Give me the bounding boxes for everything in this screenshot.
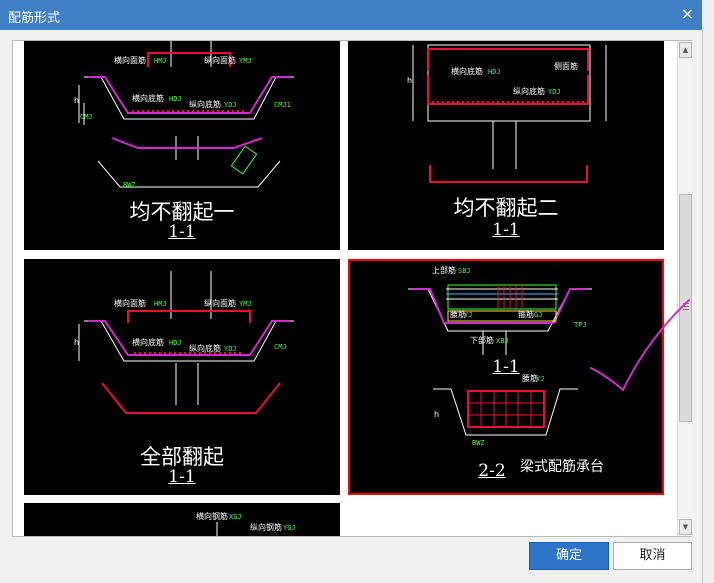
svg-text:XGJ: XGJ: [229, 513, 242, 521]
vertical-scrollbar[interactable]: ▲ ▼: [677, 41, 692, 536]
option-uniform-no-bend-1[interactable]: 横向面筋 HMJ 纵向面筋 YMJ 横向底筋 HDJ 纵向底筋 YDJ CMJ …: [24, 41, 340, 250]
svg-text:HDJ: HDJ: [169, 339, 182, 347]
svg-text:HDJ: HDJ: [169, 95, 182, 103]
label-bottom-rebar: 下部筋: [470, 335, 494, 345]
svg-text:YJ: YJ: [464, 311, 472, 319]
checkmark-annotation: [590, 299, 690, 392]
option-5-drawing: 横向钢筋 XGJ 纵向钢筋 YGJ: [196, 511, 296, 536]
svg-text:BWZ: BWZ: [123, 181, 136, 189]
svg-text:GJ: GJ: [534, 311, 542, 319]
label-horizontal-bottom: 横向底筋: [132, 93, 164, 103]
label-horizontal-rebar: 横向钢筋: [196, 511, 228, 521]
svg-text:横向底筋: 横向底筋: [451, 66, 483, 76]
svg-text:CMJ1: CMJ1: [274, 101, 291, 109]
option-2-section: 1-1: [492, 220, 520, 240]
scroll-down-icon[interactable]: ▼: [679, 519, 692, 535]
ok-button[interactable]: 确定: [529, 542, 609, 570]
svg-text:BWZ: BWZ: [472, 439, 485, 447]
svg-text:h: h: [434, 410, 439, 419]
label-vertical-face: 纵向面筋: [204, 55, 236, 65]
option-partial-next[interactable]: 横向钢筋 XGJ 纵向钢筋 YGJ: [24, 503, 340, 536]
svg-text:纵向面筋: 纵向面筋: [204, 298, 236, 308]
option-3-section: 1-1: [168, 467, 196, 487]
svg-text:纵向底筋: 纵向底筋: [513, 86, 545, 96]
option-fully-bent[interactable]: 横向面筋 HMJ 纵向面筋 YMJ 横向底筋 HDJ 纵向底筋 YDJ CMJ …: [24, 259, 340, 495]
label-vertical-rebar: 纵向钢筋: [250, 522, 282, 532]
svg-text:CMJ: CMJ: [274, 343, 287, 351]
label-stirrup: 箍筋: [518, 309, 534, 319]
svg-text:HDJ: HDJ: [488, 68, 501, 76]
svg-text:YDJ: YDJ: [224, 345, 237, 353]
svg-text:YMJ: YMJ: [239, 57, 252, 65]
window-title: 配筋形式: [8, 11, 61, 26]
scroll-up-icon[interactable]: ▲: [679, 42, 692, 58]
close-icon[interactable]: ×: [681, 5, 694, 23]
label-side-face: 侧面筋: [554, 61, 578, 71]
svg-text:YGJ: YGJ: [283, 524, 296, 532]
option-2-caption: 均不翻起二: [453, 196, 559, 220]
svg-text:HMJ: HMJ: [154, 57, 167, 65]
svg-text:SBJ: SBJ: [458, 267, 471, 275]
option-1-section: 1-1: [168, 222, 196, 242]
rebar-style-list[interactable]: 横向面筋 HMJ 纵向面筋 YMJ 横向底筋 HDJ 纵向底筋 YDJ CMJ …: [12, 40, 692, 537]
svg-text:YMJ: YMJ: [239, 300, 252, 308]
option-4-caption: 梁式配筋承台: [520, 459, 604, 475]
svg-text:横向底筋: 横向底筋: [132, 337, 164, 347]
svg-text:横向面筋: 横向面筋: [114, 298, 146, 308]
svg-text:h: h: [74, 338, 79, 347]
option-4-section-bottom: 2-2: [478, 461, 506, 481]
label-vertical-bottom: 纵向底筋: [189, 99, 221, 109]
svg-text:h: h: [407, 76, 412, 85]
label-horizontal-face: 横向面筋: [114, 55, 146, 65]
cancel-button[interactable]: 取消: [613, 542, 692, 570]
title-bar: 配筋形式 ×: [0, 0, 702, 30]
svg-text:纵向底筋: 纵向底筋: [189, 343, 221, 353]
svg-text:XBJ: XBJ: [496, 337, 509, 345]
background-strip: [702, 0, 714, 583]
svg-text:CMJ: CMJ: [80, 113, 93, 121]
svg-text:YDJ: YDJ: [224, 101, 237, 109]
svg-text:h: h: [74, 96, 79, 105]
label-top-rebar: 上部筋: [432, 265, 456, 275]
svg-text:YDJ: YDJ: [548, 88, 561, 96]
option-uniform-no-bend-2[interactable]: 横向底筋 HDJ 纵向底筋 YDJ 侧面筋 h 均不翻起二 1-1: [348, 41, 664, 250]
svg-text:HMJ: HMJ: [154, 300, 167, 308]
